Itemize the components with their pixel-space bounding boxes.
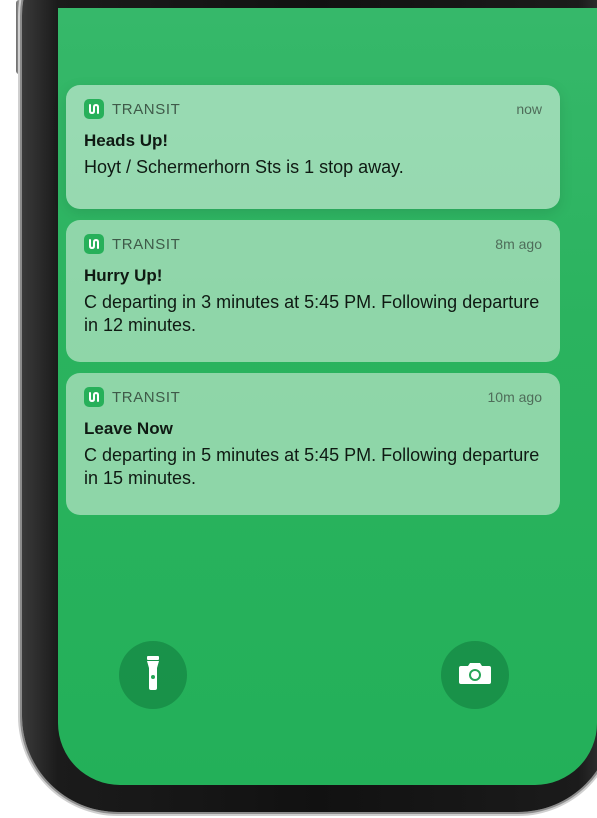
notification-header: TRANSIT 8m ago: [84, 234, 542, 254]
notification-app-name: TRANSIT: [112, 235, 181, 253]
notification-card[interactable]: TRANSIT 8m ago Hurry Up! C departing in …: [66, 220, 560, 362]
notification-title: Leave Now: [84, 419, 173, 438]
transit-app-icon: [84, 99, 104, 119]
notification-body: Hoyt / Schermerhorn Sts is 1 stop away.: [84, 157, 404, 177]
flashlight-button[interactable]: [119, 641, 187, 709]
notification-card[interactable]: TRANSIT 10m ago Leave Now C departing in…: [66, 373, 560, 515]
notification-header: TRANSIT now: [84, 99, 542, 119]
notification-body: C departing in 3 minutes at 5:45 PM. Fol…: [84, 292, 540, 335]
transit-app-icon: [84, 387, 104, 407]
transit-app-icon: [84, 234, 104, 254]
flashlight-icon: [143, 655, 163, 696]
camera-button[interactable]: [441, 641, 509, 709]
notification-title: Hurry Up!: [84, 266, 163, 285]
notification-title: Heads Up!: [84, 131, 169, 150]
notification-app-name: TRANSIT: [112, 100, 181, 118]
notification-header: TRANSIT 10m ago: [84, 387, 542, 407]
notification-card[interactable]: TRANSIT now Heads Up! Hoyt / Schermerhor…: [66, 85, 560, 209]
camera-icon: [458, 660, 492, 691]
notification-time: now: [516, 101, 542, 117]
phone-mockup: TRANSIT now Heads Up! Hoyt / Schermerhor…: [0, 0, 597, 818]
notification-app-name: TRANSIT: [112, 388, 181, 406]
notification-time: 8m ago: [495, 236, 542, 252]
notification-time: 10m ago: [487, 389, 542, 405]
notification-body: C departing in 5 minutes at 5:45 PM. Fol…: [84, 445, 540, 488]
